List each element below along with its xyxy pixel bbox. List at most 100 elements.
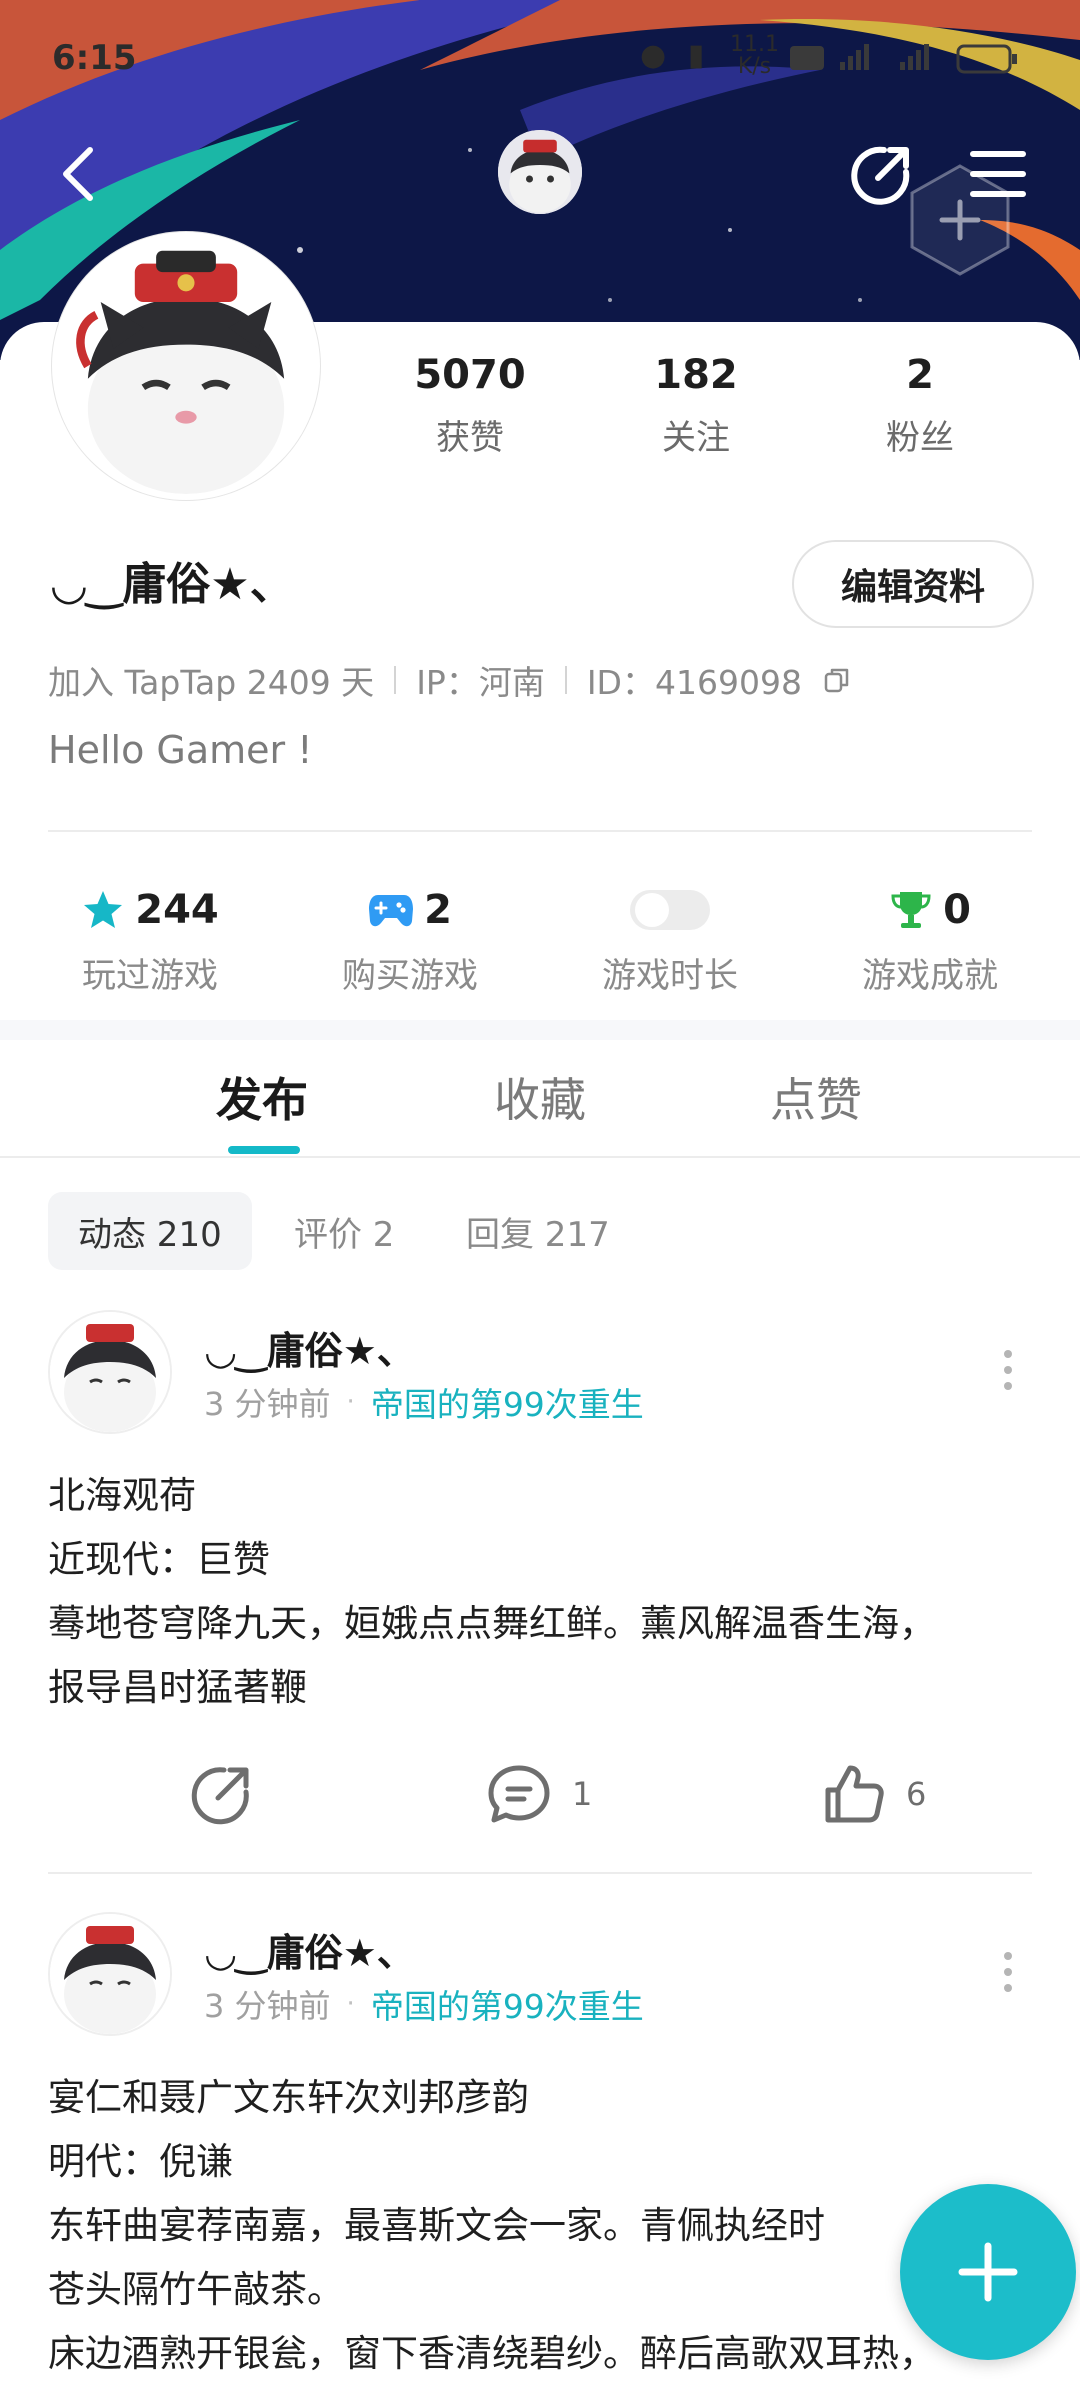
achievements-label: 游戏成就 (862, 956, 998, 996)
play-time-label: 游戏时长 (602, 956, 738, 996)
post-author[interactable]: ◡‿庸俗★、 (206, 1922, 415, 1977)
post-time: 3 分钟前 (204, 1385, 331, 1423)
share-icon (851, 146, 910, 205)
signal-battery-icon (790, 44, 1017, 74)
menu-button[interactable] (958, 134, 1038, 214)
thumbs-up-icon (825, 1765, 884, 1823)
share-button[interactable] (842, 134, 922, 214)
meta-dot: · (346, 1387, 355, 1417)
more-dot (1004, 1382, 1012, 1390)
status-time: 6:15 (52, 38, 137, 78)
gamepad-icon (369, 895, 414, 927)
more-dot (1004, 1984, 1012, 1992)
header-avatar (498, 130, 582, 214)
post-more-button[interactable] (988, 1340, 1028, 1400)
joined-days: 加入 TapTap 2409 天 (48, 663, 375, 702)
tab-favorites[interactable]: 收藏 (494, 1064, 586, 1130)
post-line: 北海观荷 (48, 1474, 196, 1517)
more-dot (1004, 1968, 1012, 1976)
divider (48, 830, 1032, 832)
copy-icon[interactable] (822, 665, 852, 695)
status-bar: 6:15 ● ▮ 11.1 K/s (0, 0, 1080, 110)
tab-posts[interactable]: 发布 (216, 1064, 308, 1130)
tab-likes[interactable]: 点赞 (770, 1064, 862, 1130)
post-meta: 3 分钟前 · 帝国的第99次重生 (204, 1378, 644, 1426)
post-author[interactable]: ◡‿庸俗★、 (206, 1320, 415, 1375)
create-post-button[interactable] (900, 2184, 1076, 2360)
achievements[interactable]: 0 游戏成就 (800, 880, 1060, 997)
chip-replies[interactable]: 回复 217 (436, 1192, 640, 1270)
post-game-tag[interactable]: 帝国的第99次重生 (371, 1980, 644, 2028)
chip-reviews[interactable]: 评价 2 (264, 1192, 424, 1270)
post-body[interactable]: 宴仁和聂广文东轩次刘邦彦韵 明代：倪谦 东轩曲宴荐南嘉，最喜斯文会一家。青佩执经… (48, 2066, 936, 2386)
games-purchased-count: 2 (424, 887, 452, 933)
achievements-count: 0 (943, 887, 971, 933)
stat-following[interactable]: 182 关注 (606, 352, 786, 459)
trophy-icon (891, 892, 931, 928)
menu-icon (970, 151, 1026, 197)
back-button[interactable] (38, 134, 118, 214)
games-purchased[interactable]: 2 购买游戏 (280, 880, 540, 997)
divider (0, 1156, 1080, 1158)
chip-moments[interactable]: 动态 210 (48, 1192, 252, 1270)
plus-icon (958, 2242, 1018, 2302)
more-dot (1004, 1366, 1012, 1374)
username: ◡‿庸俗★、 (52, 559, 294, 610)
profile-avatar[interactable] (52, 232, 320, 500)
bio: Hello Gamer ! (48, 728, 313, 772)
toggle-icon[interactable] (628, 886, 712, 934)
stat-likes[interactable]: 5070 获赞 (380, 352, 560, 459)
tab-indicator (228, 1146, 300, 1154)
post-line: 东轩曲宴荐南嘉，最喜斯文会一家。青佩执经时 (48, 2204, 825, 2247)
post-line: 报导昌时猛著鞭 (48, 1666, 307, 1709)
games-purchased-label: 购买游戏 (342, 956, 478, 996)
status-icons: ● ▮ (640, 38, 711, 73)
meta-dot: · (346, 1989, 355, 2019)
post-line: 宴仁和聂广文东轩次刘邦彦韵 (48, 2076, 529, 2119)
share-icon (191, 1767, 249, 1825)
post-body[interactable]: 北海观荷 近现代：巨赞 蓦地苍穹降九天，姮娥点点舞红鲜。薰风解温香生海， 报导昌… (48, 1464, 936, 1720)
more-dot (1004, 1350, 1012, 1358)
user-id: ID：4169098 (586, 663, 802, 702)
section-gap (0, 1020, 1080, 1040)
post-time: 3 分钟前 (204, 1987, 331, 2025)
post-line: 明代：倪谦 (48, 2140, 233, 2183)
stat-label: 关注 (662, 418, 730, 458)
net-speed: 11.1 K/s (730, 34, 779, 78)
post-comment-button[interactable]: 1 (486, 1762, 592, 1826)
chevron-left-icon (63, 147, 93, 201)
post-line: 近现代：巨赞 (48, 1538, 270, 1581)
games-played[interactable]: 244 玩过游戏 (20, 880, 280, 997)
post-game-tag[interactable]: 帝国的第99次重生 (371, 1378, 644, 1426)
cat-avatar-icon (498, 130, 582, 214)
meta-separator (564, 666, 567, 694)
games-played-label: 玩过游戏 (82, 956, 218, 996)
stat-value: 182 (654, 352, 738, 398)
post-line: 床边酒熟开银瓮，窗下香清绕碧纱。醉后高歌双耳热， (48, 2332, 936, 2375)
cat-avatar-icon (58, 238, 314, 494)
net-speed-value: 11.1 (730, 32, 779, 57)
cat-avatar-icon (50, 1312, 170, 1432)
divider (48, 1872, 1032, 1874)
post-share-button[interactable] (190, 1762, 254, 1826)
profile-meta: 加入 TapTap 2409 天 IP：河南 ID：4169098 (48, 656, 852, 704)
stat-value: 5070 (414, 352, 526, 398)
edit-profile-button[interactable]: 编辑资料 (792, 540, 1034, 628)
stat-label: 粉丝 (886, 418, 954, 458)
cat-avatar-icon (50, 1914, 170, 2034)
post-avatar[interactable] (48, 1912, 172, 2036)
post-avatar[interactable] (48, 1310, 172, 1434)
games-played-count: 244 (135, 887, 219, 933)
star-icon (84, 891, 123, 928)
post-like-button[interactable]: 6 (822, 1762, 926, 1826)
post-more-button[interactable] (988, 1942, 1028, 2002)
post-line: 蓦地苍穹降九天，姮娥点点舞红鲜。薰风解温香生海， (48, 1602, 936, 1645)
play-time[interactable]: 游戏时长 (540, 880, 800, 997)
meta-separator (394, 666, 397, 694)
ip-location: IP：河南 (416, 663, 545, 702)
stat-followers[interactable]: 2 粉丝 (830, 352, 1010, 459)
post-line: 苍头隔竹午敲茶。 (48, 2268, 344, 2311)
stat-value: 2 (906, 352, 934, 398)
post-meta: 3 分钟前 · 帝国的第99次重生 (204, 1980, 644, 2028)
comment-icon (488, 1765, 550, 1823)
